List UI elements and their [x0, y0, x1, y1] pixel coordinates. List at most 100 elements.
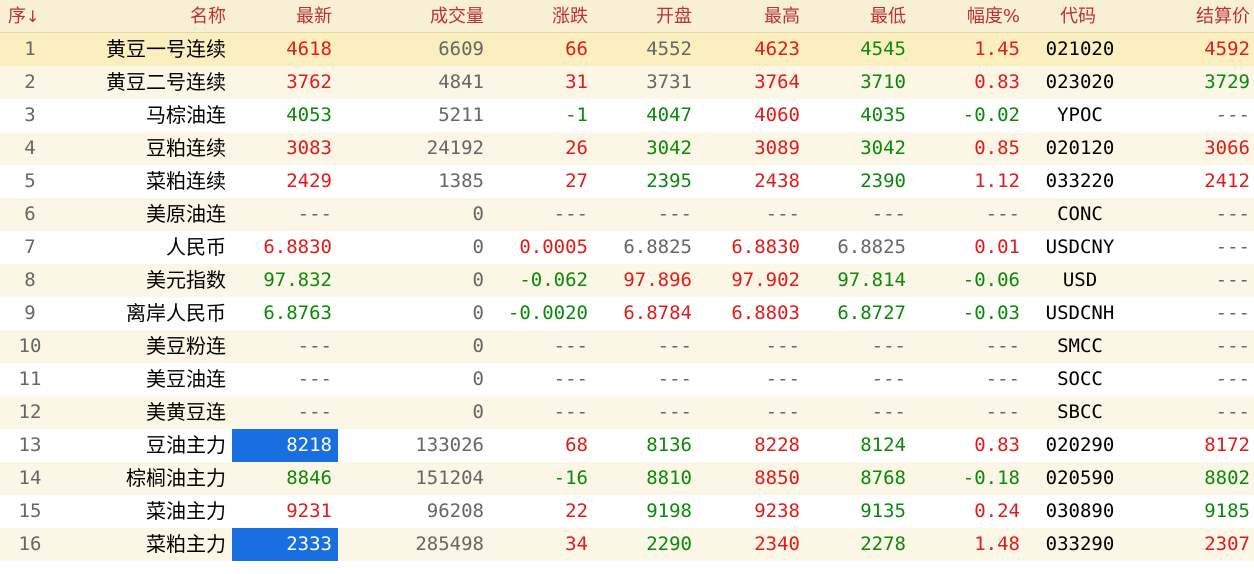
cell-high: 8850 [754, 467, 800, 489]
table-row[interactable]: 1 黄豆一号连续 4618 6609 66 4552 4623 4545 1.45 021020 4… [0, 33, 1254, 66]
column-header-low[interactable]: 最低 [806, 0, 912, 33]
cell-settle: 8802 [1204, 467, 1250, 489]
column-header-name[interactable]: 名称 [60, 0, 232, 33]
table-row[interactable]: 3 马棕油连 4053 5211 -1 4047 4060 4035 -0.02 YPOC --- [0, 99, 1254, 132]
cell-seq: 11 [18, 368, 42, 390]
table-row[interactable]: 7 人民币 6.8830 0 0.0005 6.8825 6.8830 6.8825 0.01 U… [0, 231, 1254, 264]
cell-low: --- [871, 335, 906, 357]
cell-volume: 24192 [426, 137, 484, 159]
table-row[interactable]: 4 豆粕连续 3083 24192 26 3042 3089 3042 0.85 020120 30… [0, 132, 1254, 165]
column-header-pct[interactable]: 幅度% [912, 0, 1026, 33]
cell-pct: -0.03 [962, 302, 1020, 324]
cell-change: 68 [565, 434, 588, 456]
column-header-settle[interactable]: 结算价 [1134, 0, 1254, 33]
cell-volume: 151204 [415, 467, 484, 489]
cell-settle: --- [1215, 269, 1250, 291]
cell-open: 3042 [646, 137, 692, 159]
cell-seq: 9 [24, 302, 36, 324]
cell-high: 4623 [754, 38, 800, 60]
cell-settle: --- [1215, 302, 1250, 324]
cell-open: 8810 [646, 467, 692, 489]
cell-volume: 5211 [438, 104, 484, 126]
cell-low: 97.814 [837, 269, 906, 291]
table-row[interactable]: 12 美黄豆连 --- 0 --- --- --- --- --- SBCC --- [0, 396, 1254, 429]
cell-seq: 6 [24, 203, 36, 225]
cell-change: 0.0005 [519, 236, 588, 258]
cell-volume: 0 [472, 302, 484, 324]
cell-change: 34 [565, 533, 588, 555]
cell-code: SOCC [1057, 368, 1103, 390]
column-header-seq[interactable]: 序↓ [0, 0, 60, 33]
cell-settle: 9185 [1204, 500, 1250, 522]
cell-pct: --- [985, 335, 1020, 357]
cell-volume: 0 [472, 368, 484, 390]
cell-low: 3710 [860, 71, 906, 93]
cell-settle: 2412 [1204, 170, 1250, 192]
cell-pct: 1.45 [974, 38, 1020, 60]
cell-high: 6.8830 [731, 236, 800, 258]
cell-high: --- [765, 368, 800, 390]
table-row[interactable]: 10 美豆粉连 --- 0 --- --- --- --- --- SMCC --- [0, 330, 1254, 363]
column-header-open[interactable]: 开盘 [594, 0, 698, 33]
cell-seq: 15 [18, 500, 42, 522]
table-row[interactable]: 5 菜粕连续 2429 1385 27 2395 2438 2390 1.12 033220 241… [0, 165, 1254, 198]
cell-name: 黄豆一号连续 [106, 37, 226, 61]
cell-change: --- [553, 335, 588, 357]
cell-open: --- [657, 401, 692, 423]
cell-change: 66 [565, 38, 588, 60]
cell-open: 4047 [646, 104, 692, 126]
cell-pct: 0.24 [974, 500, 1020, 522]
cell-last: 97.832 [263, 269, 332, 291]
table-row[interactable]: 8 美元指数 97.832 0 -0.062 97.896 97.902 97.814 -0.0… [0, 264, 1254, 297]
cell-name: 美黄豆连 [146, 400, 226, 424]
cell-pct: 1.48 [974, 533, 1020, 555]
cell-high: 3089 [754, 137, 800, 159]
column-header-high[interactable]: 最高 [698, 0, 806, 33]
cell-low: 9135 [860, 500, 906, 522]
cell-change: 26 [565, 137, 588, 159]
cell-high: --- [765, 401, 800, 423]
cell-code: CONC [1057, 203, 1103, 225]
cell-low: 4545 [860, 38, 906, 60]
cell-settle: --- [1215, 203, 1250, 225]
table-row[interactable]: 13 豆油主力 8218 133026 68 8136 8228 8124 0.83 020290… [0, 429, 1254, 462]
cell-low: 4035 [860, 104, 906, 126]
column-header-code[interactable]: 代码 [1026, 0, 1134, 33]
cell-low: 3042 [860, 137, 906, 159]
cell-open: --- [657, 335, 692, 357]
table-row[interactable]: 14 棕榈油主力 8846 151204 -16 8810 8850 8768 -0.18 020… [0, 462, 1254, 495]
cell-change: -1 [565, 104, 588, 126]
cell-settle: --- [1215, 368, 1250, 390]
table-row[interactable]: 15 菜油主力 9231 96208 22 9198 9238 9135 0.24 030890 9… [0, 495, 1254, 528]
cell-name: 美豆粉连 [146, 334, 226, 358]
cell-volume: 0 [472, 269, 484, 291]
cell-low: 6.8727 [837, 302, 906, 324]
table-row[interactable]: 9 离岸人民币 6.8763 0 -0.0020 6.8784 6.8803 6.8727 -0… [0, 297, 1254, 330]
table-row[interactable]: 2 黄豆二号连续 3762 4841 31 3731 3764 3710 0.83 023020 3… [0, 66, 1254, 99]
column-header-last[interactable]: 最新 [232, 0, 338, 33]
cell-name: 美原油连 [146, 202, 226, 226]
cell-name: 菜油主力 [146, 499, 226, 523]
cell-code: 020120 [1045, 137, 1115, 159]
cell-last: 2333 [232, 528, 338, 561]
cell-settle: --- [1215, 401, 1250, 423]
cell-settle: --- [1215, 335, 1250, 357]
cell-name: 棕榈油主力 [126, 466, 226, 490]
column-header-change[interactable]: 涨跌 [490, 0, 594, 33]
table-row[interactable]: 6 美原油连 --- 0 --- --- --- --- --- CONC --- [0, 198, 1254, 231]
cell-open: 6.8784 [623, 302, 692, 324]
cell-last: 6.8763 [263, 302, 332, 324]
cell-last: 9231 [286, 500, 332, 522]
cell-high: 8228 [754, 434, 800, 456]
cell-name: 离岸人民币 [126, 301, 226, 325]
cell-name: 菜粕连续 [146, 169, 226, 193]
table-row[interactable]: 16 菜粕主力 2333 285498 34 2290 2340 2278 1.48 033290… [0, 528, 1254, 561]
cell-name: 菜粕主力 [146, 532, 226, 556]
cell-seq: 12 [18, 401, 42, 423]
cell-seq: 5 [24, 170, 36, 192]
column-header-volume[interactable]: 成交量 [338, 0, 490, 33]
cell-open: 2290 [646, 533, 692, 555]
cell-name: 美豆油连 [146, 367, 226, 391]
cell-last: 4053 [286, 104, 332, 126]
table-row[interactable]: 11 美豆油连 --- 0 --- --- --- --- --- SOCC --- [0, 363, 1254, 396]
